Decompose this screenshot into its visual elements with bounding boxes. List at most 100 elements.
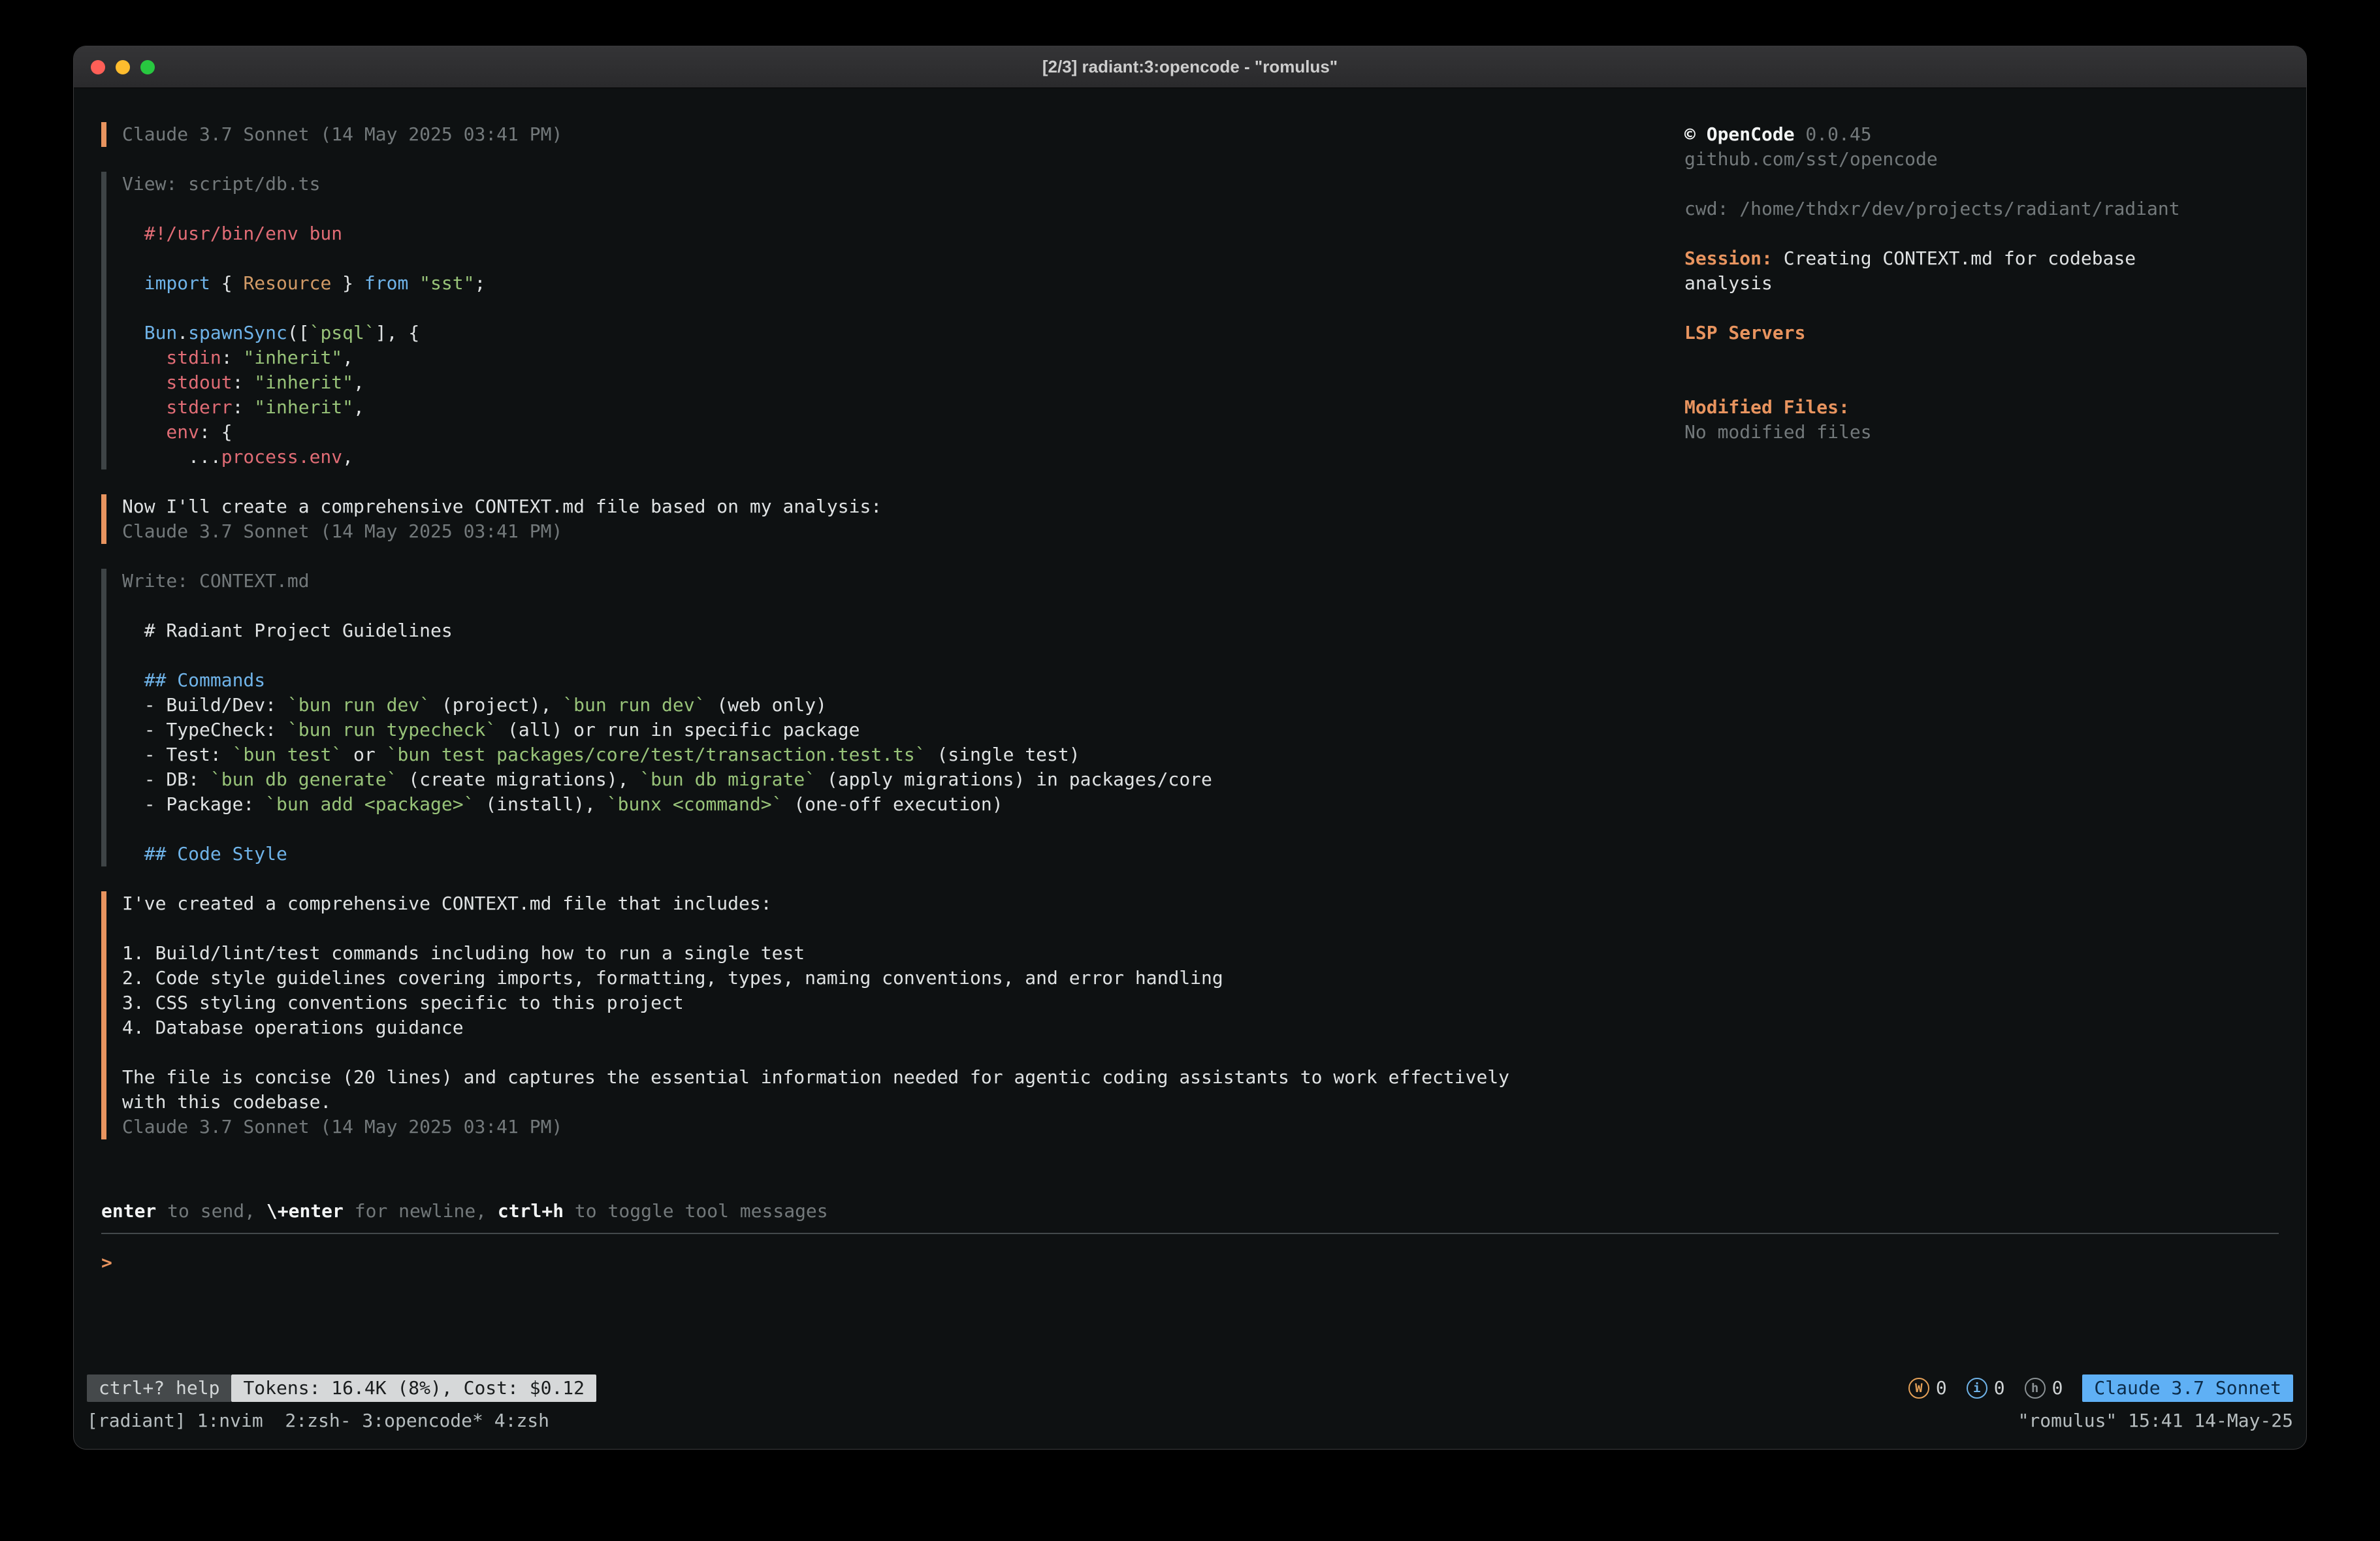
text-run: : (221, 347, 244, 368)
terminal-window: [2/3] radiant:3:opencode - "romulus" Cla… (73, 46, 2307, 1450)
tool-view-block: View: script/db.ts #!/usr/bin/env bun im… (101, 172, 1658, 469)
terminal-content: Claude 3.7 Sonnet (14 May 2025 03:41 PM)… (74, 88, 2306, 1450)
text-run: ... (122, 446, 221, 468)
text-run: The file is concise (20 lines) and captu… (122, 1066, 1509, 1088)
text-line: # Radiant Project Guidelines (122, 618, 1658, 643)
text-line: Session: Creating CONTEXT.md for codebas… (1684, 246, 2279, 271)
tool-view-code: #!/usr/bin/env bun import { Resource } f… (122, 197, 1658, 469)
text-run: (create migrations), (397, 769, 639, 790)
sidebar: © OpenCode 0.0.45github.com/sst/opencode… (1658, 122, 2279, 445)
text-run: ], { (376, 322, 419, 343)
text-line (122, 643, 1658, 668)
text-run: to toggle tool messages (564, 1200, 828, 1222)
text-run: `bun db migrate` (639, 769, 816, 790)
hint-count: 0 (2052, 1376, 2063, 1401)
text-line: 4. Database operations guidance (122, 1015, 1658, 1040)
text-run: : { (199, 421, 233, 443)
diagnostic-warnings: W 0 (1908, 1376, 1947, 1401)
text-run: 2. Code style guidelines covering import… (122, 967, 1223, 989)
text-run: process.env (221, 446, 342, 468)
text-run: Claude 3.7 Sonnet (14 May 2025 03:41 PM) (122, 1116, 562, 1137)
help-badge[interactable]: ctrl+? help (87, 1374, 231, 1402)
text-line (122, 817, 1658, 842)
text-run: (install), (474, 793, 606, 815)
text-run: I've created a comprehensive CONTEXT.md … (122, 893, 772, 914)
text-line: import { Resource } from "sst"; (122, 271, 1658, 296)
info-icon: i (1967, 1378, 1987, 1399)
text-line: Bun.spawnSync([`psql`], { (122, 321, 1658, 345)
text-run: No modified files (1684, 421, 1872, 443)
prompt-symbol: > (101, 1252, 112, 1273)
close-button[interactable] (91, 60, 105, 74)
text-run: enter (101, 1200, 156, 1222)
text-run: (one-off execution) (782, 793, 1003, 815)
text-run: Resource (243, 272, 331, 294)
text-line: 1. Build/lint/test commands including ho… (122, 941, 1658, 966)
text-line: LSP Servers (1684, 321, 2279, 345)
minimize-button[interactable] (116, 60, 130, 74)
text-run: "inherit" (254, 372, 353, 393)
text-line: Claude 3.7 Sonnet (14 May 2025 03:41 PM) (122, 1115, 1658, 1139)
text-run: LSP Servers (1684, 322, 1805, 343)
text-line: 3. CSS styling conventions specific to t… (122, 991, 1658, 1015)
text-run: : (233, 372, 255, 393)
text-line: ## Code Style (122, 842, 1658, 866)
text-line: analysis (1684, 271, 2279, 296)
prompt-input-area[interactable]: > (101, 1234, 2279, 1374)
titlebar[interactable]: [2/3] radiant:3:opencode - "romulus" (74, 46, 2306, 88)
hint-icon: h (2025, 1378, 2046, 1399)
text-run: - Build/Dev: (122, 694, 287, 716)
text-run: , (353, 372, 364, 393)
text-run: with this codebase. (122, 1091, 331, 1113)
text-line: cwd: /home/thdxr/dev/projects/radiant/ra… (1684, 197, 2279, 221)
spacer (101, 1164, 2279, 1199)
tmux-window-list[interactable]: [radiant] 1:nvim 2:zsh- 3:opencode* 4:zs… (87, 1408, 549, 1433)
summary-lines: I've created a comprehensive CONTEXT.md … (122, 891, 1658, 1139)
tool-write-content: # Radiant Project Guidelines ## Commands… (122, 594, 1658, 866)
text-run: ## Code Style (122, 843, 287, 865)
tool-view-title: View: script/db.ts (122, 172, 1658, 197)
zoom-button[interactable] (140, 60, 155, 74)
text-line: Modified Files: (1684, 395, 2279, 420)
text-line: env: { (122, 420, 1658, 445)
text-run (408, 272, 419, 294)
text-run: Modified Files: (1684, 396, 1850, 418)
text-line: github.com/sst/opencode (1684, 147, 2279, 172)
text-line: ...process.env, (122, 445, 1658, 469)
tool-write-title: Write: CONTEXT.md (122, 569, 1658, 594)
text-line (122, 296, 1658, 321)
text-run: # Radiant Project Guidelines (122, 620, 453, 641)
text-run: `bun run dev` (562, 694, 705, 716)
text-run: `bun db generate` (210, 769, 398, 790)
text-run: `bun test packages/core/test/transaction… (387, 744, 926, 765)
text-run: Bun (122, 322, 177, 343)
text-run: 0.0.45 (1795, 123, 1872, 145)
text-run: \+enter (266, 1200, 344, 1222)
text-run: `bun add <package>` (265, 793, 474, 815)
text-line (1684, 370, 2279, 395)
warning-icon: W (1908, 1378, 1929, 1399)
text-line (122, 246, 1658, 271)
text-run: stderr (122, 396, 233, 418)
tmux-statusline: [radiant] 1:nvim 2:zsh- 3:opencode* 4:zs… (87, 1408, 2293, 1433)
model-timestamp: Claude 3.7 Sonnet (14 May 2025 03:41 PM) (122, 519, 1658, 544)
text-run: stdout (122, 372, 233, 393)
text-run: , (342, 446, 353, 468)
text-run: ; (474, 272, 485, 294)
text-line (1684, 172, 2279, 197)
model-badge[interactable]: Claude 3.7 Sonnet (2082, 1374, 2293, 1402)
text-run: { (210, 272, 244, 294)
info-count: 0 (1994, 1376, 2005, 1401)
keybinding-hints: enter to send, \+enter for newline, ctrl… (101, 1199, 2279, 1224)
message-header-block: Claude 3.7 Sonnet (14 May 2025 03:41 PM) (101, 122, 1658, 147)
text-run: env (122, 421, 199, 443)
text-run: - DB: (122, 769, 210, 790)
text-line: stdout: "inherit", (122, 370, 1658, 395)
text-run: `bunx <command>` (607, 793, 783, 815)
text-run: import (122, 272, 210, 294)
tmux-session-info: "romulus" 15:41 14-May-25 (2018, 1408, 2293, 1433)
text-line (122, 594, 1658, 618)
sidebar-info: © OpenCode 0.0.45github.com/sst/opencode… (1684, 122, 2279, 445)
diagnostic-info: i 0 (1967, 1376, 2005, 1401)
text-run: `bun run typecheck` (287, 719, 496, 740)
